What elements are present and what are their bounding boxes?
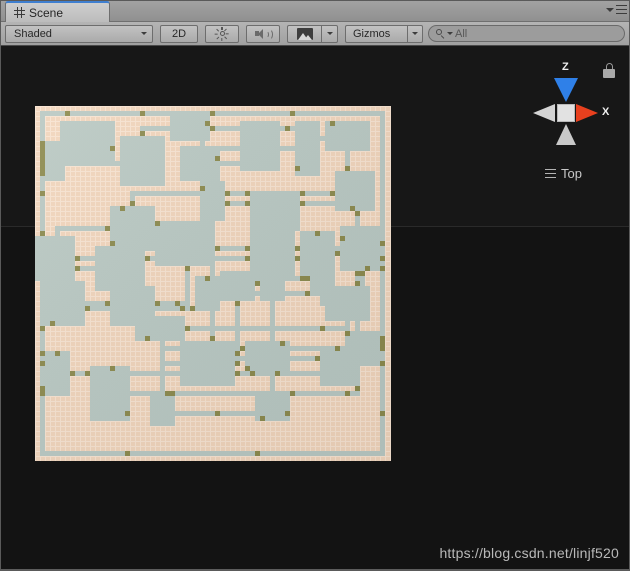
- scene-effects-dropdown[interactable]: [321, 24, 338, 43]
- scene-lighting-toggle[interactable]: [205, 24, 239, 43]
- dungeon-map-canvas: [35, 106, 391, 461]
- draw-mode-label: Shaded: [14, 27, 52, 40]
- chevron-down-icon[interactable]: [447, 32, 453, 35]
- scene-audio-toggle[interactable]: [246, 24, 280, 43]
- gizmo-view-label: Top: [561, 166, 582, 181]
- tab-scene-label: Scene: [29, 5, 64, 20]
- window-tab-bar: Scene: [1, 1, 629, 22]
- procedural-dungeon-map[interactable]: [35, 106, 391, 461]
- gizmo-view-mode[interactable]: Top: [506, 166, 621, 181]
- scene-effects-button[interactable]: [287, 24, 321, 43]
- chevron-down-icon: [141, 32, 147, 35]
- gizmo-axis-x-positive[interactable]: [576, 104, 598, 122]
- gizmo-axis-x-negative[interactable]: [533, 104, 555, 122]
- scene-search-field[interactable]: All: [428, 25, 625, 42]
- gizmo-axis-z-negative[interactable]: [556, 124, 576, 145]
- gizmos-button[interactable]: Gizmos: [345, 24, 407, 43]
- image-icon: [296, 27, 313, 40]
- gizmo-center-cube[interactable]: [557, 104, 575, 122]
- gizmos-dropdown[interactable]: [407, 24, 423, 43]
- chevron-down-icon: [412, 32, 418, 35]
- gizmo-label-z: Z: [562, 61, 569, 73]
- watermark-text: https://blog.csdn.net/linjf520: [439, 545, 619, 561]
- speaker-icon: [255, 28, 273, 40]
- chevron-down-icon[interactable]: [606, 7, 614, 12]
- chevron-down-icon: [326, 32, 333, 35]
- window-menu-group[interactable]: [606, 5, 627, 14]
- sun-icon: [215, 26, 230, 41]
- lock-icon[interactable]: [602, 63, 616, 78]
- draw-mode-dropdown[interactable]: Shaded: [5, 24, 153, 43]
- grid-icon: [14, 7, 25, 18]
- hamburger-menu-icon[interactable]: [616, 5, 627, 14]
- search-icon: [436, 29, 445, 39]
- search-input-value[interactable]: All: [455, 28, 467, 40]
- gizmos-label: Gizmos: [353, 27, 391, 40]
- scene-viewport[interactable]: Z X Top https://blog.csdn.net/linjf520: [1, 46, 629, 570]
- tab-scene[interactable]: Scene: [5, 1, 110, 22]
- toggle-2d-button[interactable]: 2D: [160, 24, 198, 43]
- window-bottom-edge: [1, 569, 629, 570]
- unity-scene-window: Scene Shaded 2D Gizmos All Z X Top https…: [0, 0, 630, 571]
- hamburger-menu-icon: [545, 169, 557, 178]
- gizmo-axis-z-positive[interactable]: [554, 78, 578, 102]
- scene-toolbar: Shaded 2D Gizmos All: [1, 22, 629, 46]
- gizmo-label-x: X: [602, 106, 610, 118]
- scene-view-gizmo[interactable]: Z X Top: [506, 56, 621, 196]
